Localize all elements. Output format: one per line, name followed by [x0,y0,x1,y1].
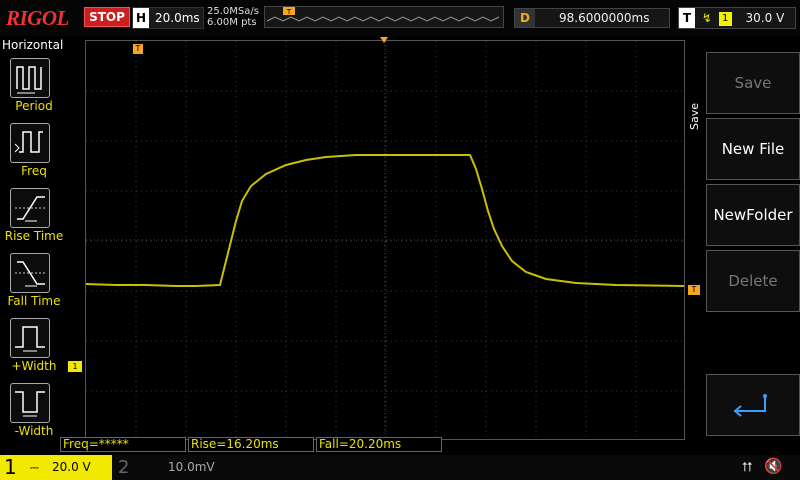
trigger-level: 30.0 V [745,11,785,25]
memory-depth: 6.00M pts [207,17,257,28]
acquisition-info: 25.0MSa/s 6.00M pts [207,6,259,28]
return-button[interactable] [706,374,800,436]
freq-button[interactable] [10,123,50,163]
rising-edge-icon: ↯ [701,11,712,25]
pos-width-button[interactable] [10,318,50,358]
ch1-scale: 20.0 V [52,460,91,474]
trigger-box[interactable]: T ↯ 1 30.0 V [678,7,796,29]
fall-time-icon [15,261,45,287]
ch1-offset-marker[interactable]: 1 [68,361,82,372]
sample-rate: 25.0MSa/s [207,6,259,17]
neg-width-label: -Width [14,424,54,438]
waveform-display[interactable] [85,40,685,440]
save-button[interactable]: Save [706,52,800,114]
delay-label: D [515,9,535,27]
rise-time-icon [15,196,45,222]
delete-button[interactable]: Delete [706,250,800,312]
graticule [85,41,685,439]
neg-width-icon [15,391,45,417]
timebase-box[interactable]: H 20.0ms [132,7,204,29]
ch1-indicator[interactable]: 1 ⎓ 20.0 V [0,455,112,480]
overview-wave: T [266,7,500,22]
ch1-trace [85,154,685,287]
menu-title: Save [688,102,701,130]
trigger-position-marker[interactable]: T [133,44,143,54]
usb-icon: ⮅ [742,460,753,475]
rise-time-label: Rise Time [4,229,64,243]
return-icon [733,394,767,417]
delay-value: 98.6000000ms [559,11,650,25]
new-folder-button[interactable]: NewFolder [706,184,800,246]
new-file-button[interactable]: New File [706,118,800,180]
trigger-level-marker[interactable]: T [688,285,700,295]
fall-time-button[interactable] [10,253,50,293]
rise-time-button[interactable] [10,188,50,228]
speaker-muted-icon[interactable]: 🔇 [764,457,783,475]
trigger-source: 1 [718,11,732,26]
ch2-scale[interactable]: 10.0mV [168,455,215,480]
brand-logo: RIGOL [6,6,69,30]
run-stop-status[interactable]: STOP [84,7,130,27]
neg-width-button[interactable] [10,383,50,423]
freq-icon [14,131,43,153]
trigger-label: T [679,8,695,28]
rise-measurement: Rise=16.20ms [188,437,314,452]
timebase-value: 20.0ms [155,11,200,25]
fall-measurement: Fall=20.20ms [316,437,442,452]
waveform-overview[interactable]: T [264,6,504,28]
pos-width-label: +Width [11,359,57,373]
ch1-number: 1 [4,455,17,479]
left-panel-title: Horizontal [2,38,64,52]
center-marker-icon [380,37,388,43]
period-label: Period [15,99,53,113]
pos-width-icon [15,326,45,352]
timebase-label: H [133,8,149,28]
ch2-number[interactable]: 2 [118,455,129,480]
period-button[interactable] [10,58,50,98]
dc-coupling-icon: ⎓ [30,461,39,474]
fall-time-label: Fall Time [7,294,61,308]
overview-trigger-marker: T [286,8,292,16]
freq-label: Freq [21,164,47,178]
delay-box[interactable]: D 98.6000000ms [514,8,670,28]
freq-measurement: Freq=***** [60,437,186,452]
period-icon [16,66,42,94]
